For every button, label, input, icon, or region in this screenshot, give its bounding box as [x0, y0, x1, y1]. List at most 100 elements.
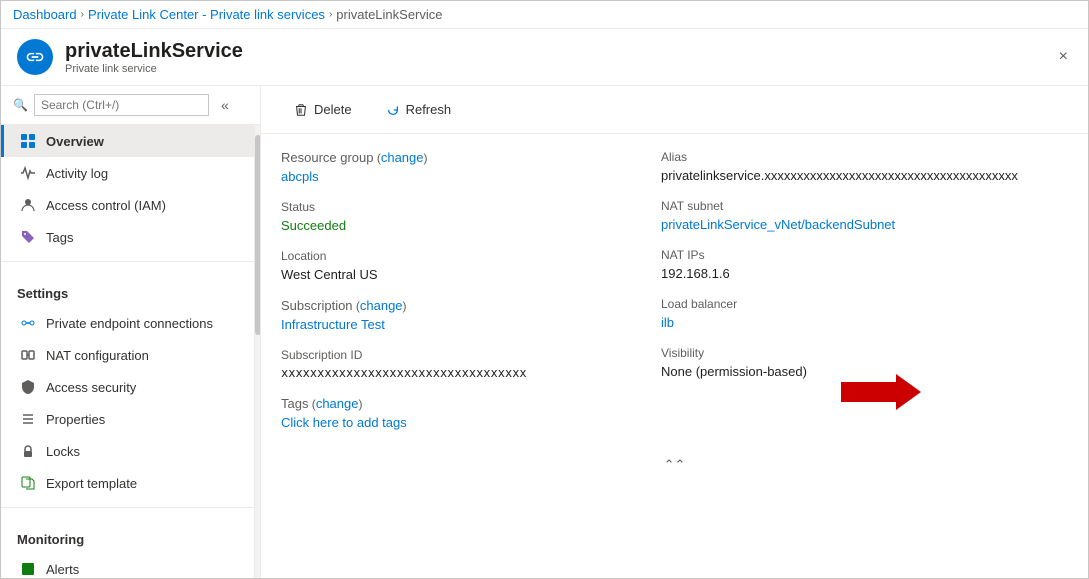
location-value: West Central US: [281, 267, 661, 282]
sidebar-item-tags[interactable]: Tags: [1, 221, 254, 253]
breadcrumb-dashboard[interactable]: Dashboard: [13, 7, 77, 22]
nat-ips-label: NAT IPs: [661, 248, 1068, 262]
header-left: privateLinkService Private link service: [17, 39, 243, 75]
breadcrumb-current: privateLinkService: [336, 7, 442, 22]
load-balancer-field: Load balancer ilb: [661, 297, 1068, 330]
nat-ips-value: 192.168.1.6: [661, 266, 1068, 281]
load-balancer-value[interactable]: ilb: [661, 315, 1068, 330]
sidebar-item-activity-log[interactable]: Activity log: [1, 157, 254, 189]
arrow-indicator: [841, 374, 921, 413]
sidebar-item-alerts[interactable]: Alerts: [1, 553, 254, 578]
tags-add-link[interactable]: Click here to add tags: [281, 415, 661, 430]
sidebar-item-properties[interactable]: Properties: [1, 403, 254, 435]
subscription-id-value: xxxxxxxxxxxxxxxxxxxxxxxxxxxxxxxxxx: [281, 366, 661, 380]
tags-label: Tags (change): [281, 396, 661, 411]
sidebar-item-locks[interactable]: Locks: [1, 435, 254, 467]
status-value: Succeeded: [281, 218, 661, 233]
delete-label: Delete: [314, 102, 352, 117]
sidebar-scrollbar-track: [254, 125, 260, 578]
sidebar-item-alerts-label: Alerts: [46, 562, 79, 577]
sidebar-item-nat[interactable]: NAT configuration: [1, 339, 254, 371]
overview-icon: [20, 133, 36, 149]
toolbar: Delete Refresh: [261, 86, 1088, 134]
tags-icon: [20, 229, 36, 245]
nat-ips-field: NAT IPs 192.168.1.6: [661, 248, 1068, 281]
sidebar: 🔍 « Overview: [1, 86, 261, 578]
sidebar-item-activity-label: Activity log: [46, 166, 108, 181]
nat-icon: [20, 347, 36, 363]
alerts-icon: [20, 561, 36, 577]
sidebar-item-export-template[interactable]: Export template: [1, 467, 254, 499]
breadcrumb-chevron-1: ›: [81, 9, 84, 20]
subscription-id-field: Subscription ID xxxxxxxxxxxxxxxxxxxxxxxx…: [281, 348, 661, 380]
refresh-icon: [386, 103, 400, 117]
settings-section-title: Settings: [1, 270, 254, 307]
sidebar-search-container: 🔍 «: [1, 86, 260, 125]
sidebar-item-iam-label: Access control (IAM): [46, 198, 166, 213]
subscription-id-label: Subscription ID: [281, 348, 661, 362]
load-balancer-label: Load balancer: [661, 297, 1068, 311]
breadcrumb-private-link[interactable]: Private Link Center - Private link servi…: [88, 7, 325, 22]
collapse-button[interactable]: «: [215, 95, 235, 115]
monitoring-section-title: Monitoring: [1, 516, 254, 553]
chevron-up-icon: ⌃⌃: [664, 457, 686, 472]
activity-icon: [20, 165, 36, 181]
endpoint-icon: [20, 315, 36, 331]
page-title: privateLinkService: [65, 40, 243, 63]
sidebar-item-nat-label: NAT configuration: [46, 348, 149, 363]
link-icon: [25, 47, 45, 67]
breadcrumb-chevron-2: ›: [329, 9, 332, 20]
sidebar-item-private-endpoints[interactable]: Private endpoint connections: [1, 307, 254, 339]
subscription-label: Subscription (change): [281, 298, 661, 313]
subscription-value[interactable]: Infrastructure Test: [281, 317, 661, 332]
sidebar-divider-1: [1, 261, 254, 262]
sidebar-item-template-label: Export template: [46, 476, 137, 491]
page-header: privateLinkService Private link service …: [1, 29, 1088, 86]
iam-icon: [20, 197, 36, 213]
security-icon: [20, 379, 36, 395]
collapse-up-button[interactable]: ⌃⌃: [281, 456, 1068, 474]
tags-change-link[interactable]: change: [316, 396, 359, 411]
visibility-label: Visibility: [661, 346, 1068, 360]
refresh-button[interactable]: Refresh: [373, 96, 465, 123]
nat-subnet-field: NAT subnet privateLinkService_vNet/backe…: [661, 199, 1068, 232]
main-layout: 🔍 « Overview: [1, 86, 1088, 578]
location-field: Location West Central US: [281, 249, 661, 282]
resource-group-field: Resource group (change) abcpls: [281, 150, 661, 184]
close-button[interactable]: ×: [1055, 44, 1072, 70]
azure-portal-window: Dashboard › Private Link Center - Privat…: [0, 0, 1089, 579]
resource-group-label: Resource group (change): [281, 150, 661, 165]
sidebar-item-access-security[interactable]: Access security: [1, 371, 254, 403]
search-input[interactable]: [34, 94, 209, 116]
alias-field: Alias privatelinkservice.xxxxxxxxxxxxxxx…: [661, 150, 1068, 183]
breadcrumb: Dashboard › Private Link Center - Privat…: [1, 1, 1088, 29]
content-area: Delete Refresh Resource group: [261, 86, 1088, 578]
rg-label-text: Resource group: [281, 150, 374, 165]
alias-label: Alias: [661, 150, 1068, 164]
sidebar-item-tags-label: Tags: [46, 230, 73, 245]
resource-group-change-link[interactable]: change: [381, 150, 424, 165]
sidebar-item-iam[interactable]: Access control (IAM): [1, 189, 254, 221]
subscription-change-link[interactable]: change: [360, 298, 403, 313]
sidebar-divider-2: [1, 507, 254, 508]
sidebar-item-properties-label: Properties: [46, 412, 105, 427]
sidebar-item-security-label: Access security: [46, 380, 136, 395]
tags-field: Tags (change) Click here to add tags: [281, 396, 661, 430]
nat-subnet-value[interactable]: privateLinkService_vNet/backendSubnet: [661, 217, 1068, 232]
resource-group-value[interactable]: abcpls: [281, 169, 661, 184]
sidebar-scroll-wrapper: Overview Activity log: [1, 125, 260, 578]
delete-button[interactable]: Delete: [281, 96, 365, 123]
overview-left-col: Resource group (change) abcpls Status Su…: [281, 150, 661, 446]
sidebar-item-overview[interactable]: Overview: [1, 125, 254, 157]
overview-panel: Resource group (change) abcpls Status Su…: [261, 134, 1088, 490]
service-icon: [17, 39, 53, 75]
status-field: Status Succeeded: [281, 200, 661, 233]
sidebar-item-overview-label: Overview: [46, 134, 104, 149]
header-title-group: privateLinkService Private link service: [65, 40, 243, 75]
properties-icon: [20, 411, 36, 427]
subscription-field: Subscription (change) Infrastructure Tes…: [281, 298, 661, 332]
refresh-label: Refresh: [406, 102, 452, 117]
alias-value: privatelinkservice.xxxxxxxxxxxxxxxxxxxxx…: [661, 168, 1068, 183]
sub-label-text: Subscription: [281, 298, 353, 313]
nat-subnet-label: NAT subnet: [661, 199, 1068, 213]
